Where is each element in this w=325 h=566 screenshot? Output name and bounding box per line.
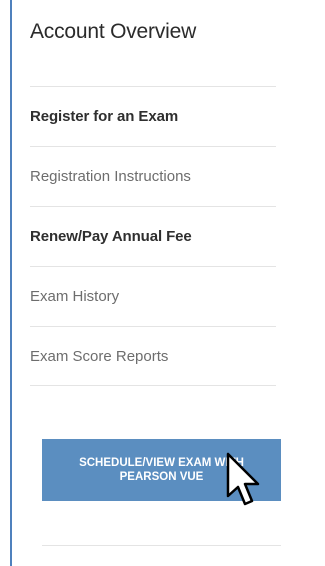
sidebar-item-label: Renew/Pay Annual Fee bbox=[30, 228, 192, 245]
sidebar-item-label: Register for an Exam bbox=[30, 108, 179, 125]
sidebar-item-label: Exam History bbox=[30, 288, 120, 305]
sidebar-item-registration-instructions[interactable]: Registration Instructions bbox=[30, 146, 276, 206]
account-overview-window: Account Overview Register for an Exam Re… bbox=[0, 0, 325, 566]
mouse-pointer-icon bbox=[226, 452, 260, 506]
sidebar-item-renew-pay-fee[interactable]: Renew/Pay Annual Fee bbox=[30, 206, 276, 266]
sidebar-item-register-exam[interactable]: Register for an Exam bbox=[30, 86, 276, 146]
sidebar-item-label: Exam Score Reports bbox=[30, 347, 169, 365]
sidebar-nav: Register for an Exam Registration Instru… bbox=[30, 86, 276, 386]
divider bbox=[42, 545, 281, 546]
sidebar-item-label: Registration Instructions bbox=[30, 168, 191, 185]
page-title: Account Overview bbox=[30, 20, 197, 43]
sidebar-item-exam-history[interactable]: Exam History bbox=[30, 266, 276, 326]
sidebar-item-exam-score-reports[interactable]: Exam Score Reports bbox=[30, 326, 276, 386]
